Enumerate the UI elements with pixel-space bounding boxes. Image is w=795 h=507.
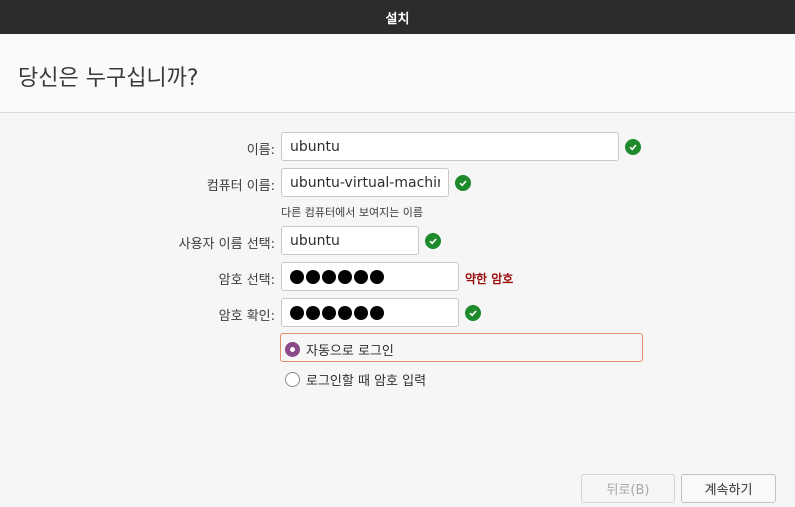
username-input[interactable] <box>281 226 419 255</box>
back-button[interactable]: 뒤로(B) <box>581 474 675 503</box>
page-title: 당신은 누구십니까? <box>18 66 199 91</box>
confirm-password-input[interactable] <box>281 298 459 327</box>
page-header: 당신은 누구십니까? <box>0 34 795 113</box>
password-dot <box>322 305 336 320</box>
password-label: 암호 선택: <box>218 273 275 288</box>
password-dot <box>338 305 352 320</box>
password-dot <box>354 269 368 284</box>
window-title: 설치 <box>385 11 410 27</box>
password-dot <box>354 305 368 320</box>
name-input[interactable] <box>281 132 619 161</box>
require-password-radio[interactable] <box>285 372 300 387</box>
confirm-password-label: 암호 확인: <box>218 309 275 324</box>
computer-name-input[interactable] <box>281 168 449 197</box>
computer-name-hint: 다른 컴퓨터에서 보여지는 이름 <box>281 206 424 219</box>
auto-login-label: 자동으로 로그인 <box>306 344 394 359</box>
name-label: 이름: <box>246 143 275 158</box>
password-dot <box>306 269 320 284</box>
password-dot <box>322 269 336 284</box>
continue-button[interactable]: 계속하기 <box>681 474 776 503</box>
password-dot <box>370 305 384 320</box>
username-valid-check-icon <box>425 233 441 249</box>
auto-login-radio[interactable] <box>285 342 300 357</box>
password-dot <box>338 269 352 284</box>
require-password-option[interactable]: 로그인할 때 암호 입력 <box>285 370 426 389</box>
computer-name-label: 컴퓨터 이름: <box>206 179 275 194</box>
password-dot <box>306 305 320 320</box>
password-strength-text: 약한 암호 <box>465 272 514 286</box>
auto-login-option[interactable]: 자동으로 로그인 <box>285 340 394 359</box>
username-label: 사용자 이름 선택: <box>178 237 275 252</box>
password-dot <box>290 269 304 284</box>
confirm-valid-check-icon <box>465 305 481 321</box>
name-valid-check-icon <box>625 139 641 155</box>
password-dot <box>290 305 304 320</box>
password-input[interactable] <box>281 262 459 291</box>
computer-name-valid-check-icon <box>455 175 471 191</box>
require-password-label: 로그인할 때 암호 입력 <box>306 374 427 389</box>
window-titlebar: 설치 <box>0 0 795 34</box>
password-dot <box>370 269 384 284</box>
